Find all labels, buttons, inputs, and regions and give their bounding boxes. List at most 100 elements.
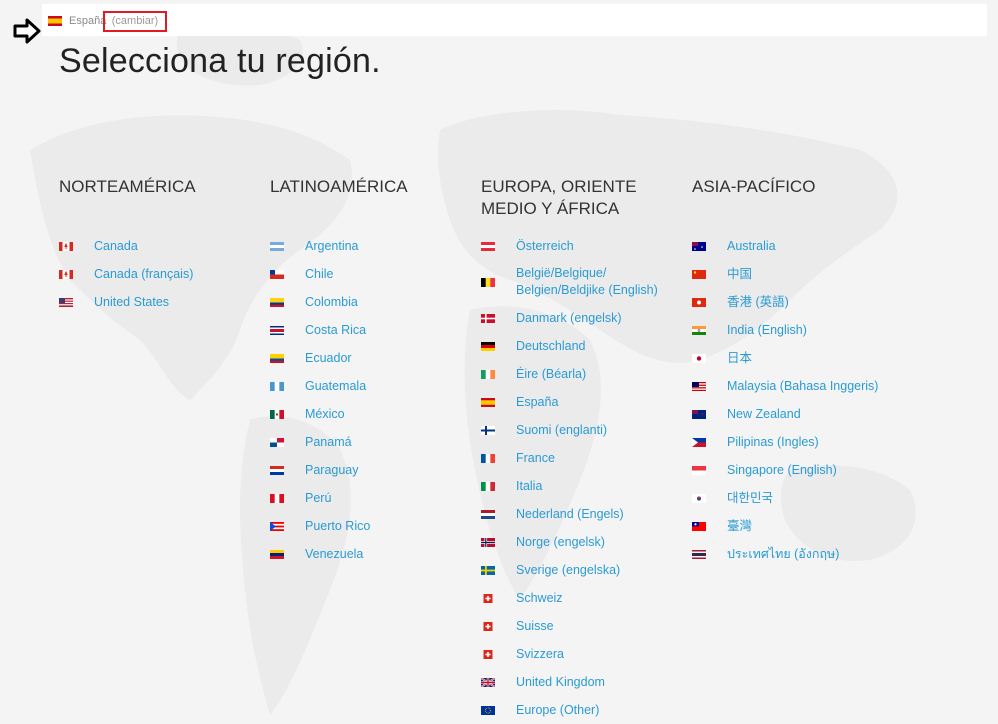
country-list: Argentina Chile Colombia Costa Rica Ecua… <box>270 232 470 568</box>
country-link[interactable]: España <box>481 388 681 416</box>
country-link[interactable]: Schweiz <box>481 584 681 612</box>
flag-jp-icon <box>692 353 706 363</box>
flag-py-icon <box>270 465 284 475</box>
country-link[interactable]: Malaysia (Bahasa Inggeris) <box>692 372 892 400</box>
country-link[interactable]: Suisse <box>481 612 681 640</box>
flag-tw-icon <box>692 521 706 531</box>
country-link[interactable]: Panamá <box>270 428 470 456</box>
flag-th-icon <box>692 549 706 559</box>
country-link[interactable]: 日本 <box>692 344 892 372</box>
flag-co-icon <box>270 297 284 307</box>
region-title: NORTEAMÉRICA <box>59 177 196 196</box>
country-link[interactable]: Singapore (English) <box>692 456 892 484</box>
country-link[interactable]: Svizzera <box>481 640 681 668</box>
flag-pe-icon <box>270 493 284 503</box>
country-link[interactable]: 中国 <box>692 260 892 288</box>
region-title: EUROPA, ORIENTE MEDIO Y ÁFRICA <box>481 177 637 218</box>
country-link[interactable]: Danmark (engelsk) <box>481 304 681 332</box>
flag-es-icon <box>481 397 495 407</box>
country-link[interactable]: Canada (français) <box>59 260 259 288</box>
country-link[interactable]: Puerto Rico <box>270 512 470 540</box>
country-link[interactable]: United States <box>59 288 259 316</box>
country-link[interactable]: ประเทศไทย (อังกฤษ) <box>692 540 892 568</box>
country-link[interactable]: Perú <box>270 484 470 512</box>
country-link[interactable]: Italia <box>481 472 681 500</box>
country-link[interactable]: België/Belgique/ Belgien/Beldjike (Engli… <box>481 260 681 304</box>
current-region-label: España <box>69 15 107 27</box>
country-link[interactable]: Europe (Other) <box>481 696 681 724</box>
flag-fr-icon <box>481 453 495 463</box>
country-link[interactable]: Nederland (Engels) <box>481 500 681 528</box>
flag-ar-icon <box>270 241 284 251</box>
flag-it-icon <box>481 481 495 491</box>
flag-at-icon <box>481 241 495 251</box>
flag-de-icon <box>481 341 495 351</box>
flag-fi-icon <box>481 425 495 435</box>
flag-ca-icon <box>59 269 73 279</box>
country-link[interactable]: Österreich <box>481 232 681 260</box>
country-list: Österreich België/Belgique/ Belgien/Beld… <box>481 232 681 724</box>
arrow-right-icon <box>13 18 41 44</box>
flag-ch-icon <box>483 649 493 659</box>
flag-ec-icon <box>270 353 284 363</box>
flag-kr-icon <box>692 493 706 503</box>
region-column-latin-america: LATINOAMÉRICA Argentina Chile Colombia C… <box>270 176 470 568</box>
flag-nl-icon <box>481 509 495 519</box>
flag-hk-icon <box>692 297 706 307</box>
country-link[interactable]: Paraguay <box>270 456 470 484</box>
flag-sg-icon <box>692 465 706 475</box>
flag-dk-icon <box>481 313 495 323</box>
flag-ve-icon <box>270 549 284 559</box>
country-link[interactable]: 香港 (英語) <box>692 288 892 316</box>
flag-pa-icon <box>270 437 284 447</box>
country-link[interactable]: Costa Rica <box>270 316 470 344</box>
flag-cl-icon <box>270 269 284 279</box>
country-link[interactable]: Chile <box>270 260 470 288</box>
region-column-asia-pacific: ASIA-PACÍFICO Australia 中国 香港 (英語) India… <box>692 176 892 568</box>
country-link[interactable]: Norge (engelsk) <box>481 528 681 556</box>
country-link[interactable]: Canada <box>59 232 259 260</box>
country-link[interactable]: México <box>270 400 470 428</box>
flag-no-icon <box>481 537 495 547</box>
region-column-emea: EUROPA, ORIENTE MEDIO Y ÁFRICA Österreic… <box>481 176 681 724</box>
page-title: Selecciona tu región. <box>59 42 381 80</box>
flag-ch-icon <box>483 621 493 631</box>
country-link[interactable]: Pilipinas (Ingles) <box>692 428 892 456</box>
country-link[interactable]: Venezuela <box>270 540 470 568</box>
country-link[interactable]: Guatemala <box>270 372 470 400</box>
country-link[interactable]: Sverige (engelska) <box>481 556 681 584</box>
flag-es-icon <box>48 16 62 26</box>
country-link[interactable]: Australia <box>692 232 892 260</box>
flag-ph-icon <box>692 437 706 447</box>
country-link[interactable]: India (English) <box>692 316 892 344</box>
country-link[interactable]: Deutschland <box>481 332 681 360</box>
country-link[interactable]: Éire (Béarla) <box>481 360 681 388</box>
flag-be-icon <box>481 277 495 287</box>
country-link[interactable]: United Kingdom <box>481 668 681 696</box>
country-link[interactable]: Argentina <box>270 232 470 260</box>
region-bar <box>42 4 987 36</box>
country-link[interactable]: France <box>481 444 681 472</box>
country-link[interactable]: Ecuador <box>270 344 470 372</box>
flag-nz-icon <box>692 409 706 419</box>
flag-mx-icon <box>270 409 284 419</box>
flag-in-icon <box>692 325 706 335</box>
region-title: ASIA-PACÍFICO <box>692 177 816 196</box>
flag-us-icon <box>59 297 73 307</box>
country-link[interactable]: Suomi (englanti) <box>481 416 681 444</box>
flag-se-icon <box>481 565 495 575</box>
region-title: LATINOAMÉRICA <box>270 177 408 196</box>
flag-au-icon <box>692 241 706 251</box>
country-link[interactable]: New Zealand <box>692 400 892 428</box>
region-column-north-america: NORTEAMÉRICA Canada Canada (français) Un… <box>59 176 259 316</box>
flag-gb-icon <box>481 677 495 687</box>
change-region-link[interactable]: (cambiar) <box>103 11 167 32</box>
country-link[interactable]: Colombia <box>270 288 470 316</box>
country-link[interactable]: 대한민국 <box>692 484 892 512</box>
flag-gt-icon <box>270 381 284 391</box>
flag-ie-icon <box>481 369 495 379</box>
flag-ca-icon <box>59 241 73 251</box>
country-list: Canada Canada (français) United States <box>59 232 259 316</box>
country-link[interactable]: 臺灣 <box>692 512 892 540</box>
country-list: Australia 中国 香港 (英語) India (English) 日本 … <box>692 232 892 568</box>
